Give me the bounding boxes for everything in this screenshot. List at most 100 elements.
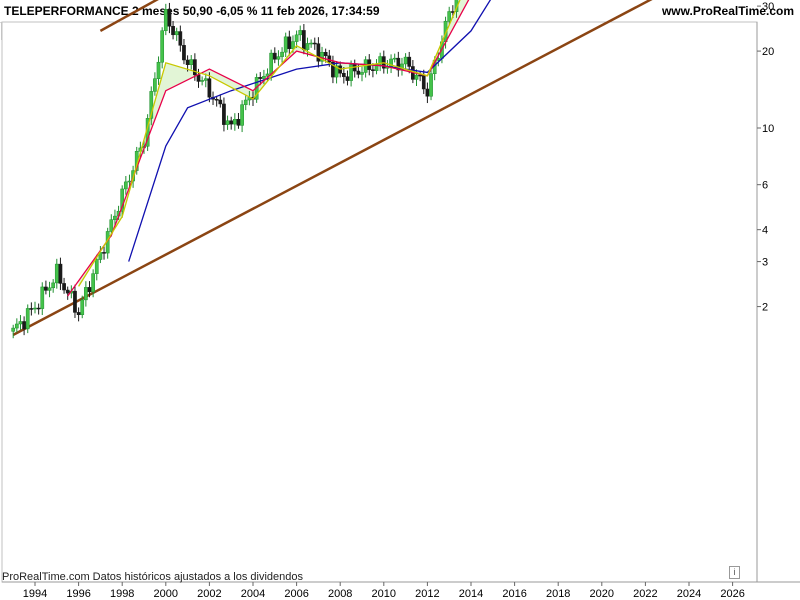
ema9-ema18-band	[78, 0, 469, 287]
candle-body	[142, 146, 146, 149]
candle-body	[418, 74, 422, 77]
candle-body	[425, 88, 430, 97]
trend-channel	[12, 0, 653, 336]
y-tick-label: 4	[762, 225, 768, 237]
x-tick-label: 2024	[677, 588, 701, 600]
candle-body	[421, 75, 426, 90]
x-tick-label: 2008	[328, 588, 352, 600]
lower-trend-line	[12, 0, 653, 336]
candle-body	[403, 56, 408, 65]
candle-body	[440, 41, 444, 59]
candle-body	[374, 64, 379, 71]
x-tick-label: 2016	[502, 588, 526, 600]
y-tick-label: 2	[762, 302, 768, 314]
candle-body	[389, 58, 393, 67]
candle-body	[385, 66, 390, 69]
candle-body	[18, 321, 23, 325]
candle-body	[349, 64, 353, 81]
candle-body	[371, 69, 375, 71]
legend-item-sma200[interactable]: SMA (200)	[257, 23, 331, 39]
x-tick-label: 2026	[720, 588, 744, 600]
legend-label-ema9: EMA (9)	[74, 25, 114, 37]
footer-text: ProRealTime.com Datos históricos ajustad…	[2, 571, 304, 583]
candle-body	[207, 78, 212, 98]
candle-body	[58, 263, 63, 284]
legend-label-ema18: EMA (18)	[136, 25, 183, 37]
candle-body	[29, 308, 34, 310]
candle-body	[356, 70, 361, 75]
candle-body	[134, 151, 139, 171]
candle-body	[305, 43, 310, 50]
candle-body	[367, 59, 372, 70]
x-tick-label: 1998	[110, 588, 134, 600]
candle-body	[341, 73, 346, 77]
candle-body	[120, 188, 125, 212]
legend-swatch-sma200	[260, 25, 272, 37]
legend: Precio EMA (9) EMA (18) EMA (40) SMA (20…	[1, 22, 332, 40]
candle-body	[69, 290, 74, 294]
candle-body	[98, 252, 103, 260]
candle-body	[189, 59, 194, 65]
candle-body	[352, 64, 357, 72]
candle-body	[254, 77, 259, 100]
candle-body	[429, 73, 433, 97]
y-tick-label: 3	[762, 257, 768, 269]
x-tick-label: 2018	[546, 588, 570, 600]
legend-item-ema40[interactable]: EMA (40)	[188, 23, 257, 39]
candle-body	[334, 65, 339, 78]
candle-body	[102, 252, 106, 254]
candle-body	[76, 312, 81, 315]
candle-body	[203, 78, 208, 81]
candle-body	[240, 104, 244, 126]
candle-body	[11, 327, 16, 332]
candle-body	[65, 289, 70, 294]
plot-frame	[1, 21, 800, 583]
legend-item-price[interactable]: Precio	[2, 23, 57, 39]
candle-body	[123, 181, 128, 190]
price-plot[interactable]: 6004003002001004030201064321994199619982…	[0, 0, 800, 600]
candle-body	[360, 72, 364, 75]
candle-body	[414, 74, 419, 80]
candle-body	[182, 45, 186, 61]
candle-body	[280, 51, 284, 57]
legend-swatch-price	[6, 25, 17, 37]
candle-body	[22, 321, 26, 330]
legend-label-price: Precio	[20, 25, 52, 37]
candle-body	[127, 180, 132, 183]
y-tick-label: 6	[762, 180, 768, 192]
price-axis-area	[757, 22, 800, 582]
candle-body	[436, 58, 441, 61]
candle-body	[149, 91, 154, 119]
candle-body	[309, 42, 313, 45]
legend-swatch-ema9	[60, 25, 72, 37]
legend-item-ema18[interactable]: EMA (18)	[119, 23, 188, 39]
info-icon[interactable]: i	[729, 566, 740, 579]
candle-body	[251, 97, 255, 100]
candle-body	[87, 287, 92, 293]
ema18-line	[67, 0, 470, 297]
candle-body	[338, 65, 343, 74]
candle-body	[258, 77, 263, 79]
candle-body	[236, 119, 241, 126]
candle-body	[44, 286, 48, 291]
x-tick-label: 2020	[590, 588, 614, 600]
title-bar: TELEPERFORMANCE 2 meses 50,90 -6,05 % 11…	[0, 0, 800, 23]
candle-body	[193, 59, 197, 76]
candle-body	[222, 103, 226, 125]
candle-body	[243, 99, 248, 105]
site-link[interactable]: www.ProRealTime.com	[662, 4, 794, 18]
x-tick-label: 1996	[66, 588, 90, 600]
candle-body	[51, 282, 56, 289]
candle-body	[247, 97, 252, 101]
candle-body	[272, 52, 277, 60]
candle-body	[80, 299, 85, 315]
legend-item-ema9[interactable]: EMA (9)	[56, 23, 119, 39]
moving-averages	[67, 0, 492, 297]
candle-body	[131, 170, 135, 182]
y-tick-label: 20	[762, 46, 774, 58]
candles	[11, 0, 459, 339]
x-tick-label: 2002	[197, 588, 221, 600]
x-tick-label: 2000	[154, 588, 178, 600]
x-tick-label: 1994	[23, 588, 47, 600]
candle-body	[218, 99, 223, 105]
